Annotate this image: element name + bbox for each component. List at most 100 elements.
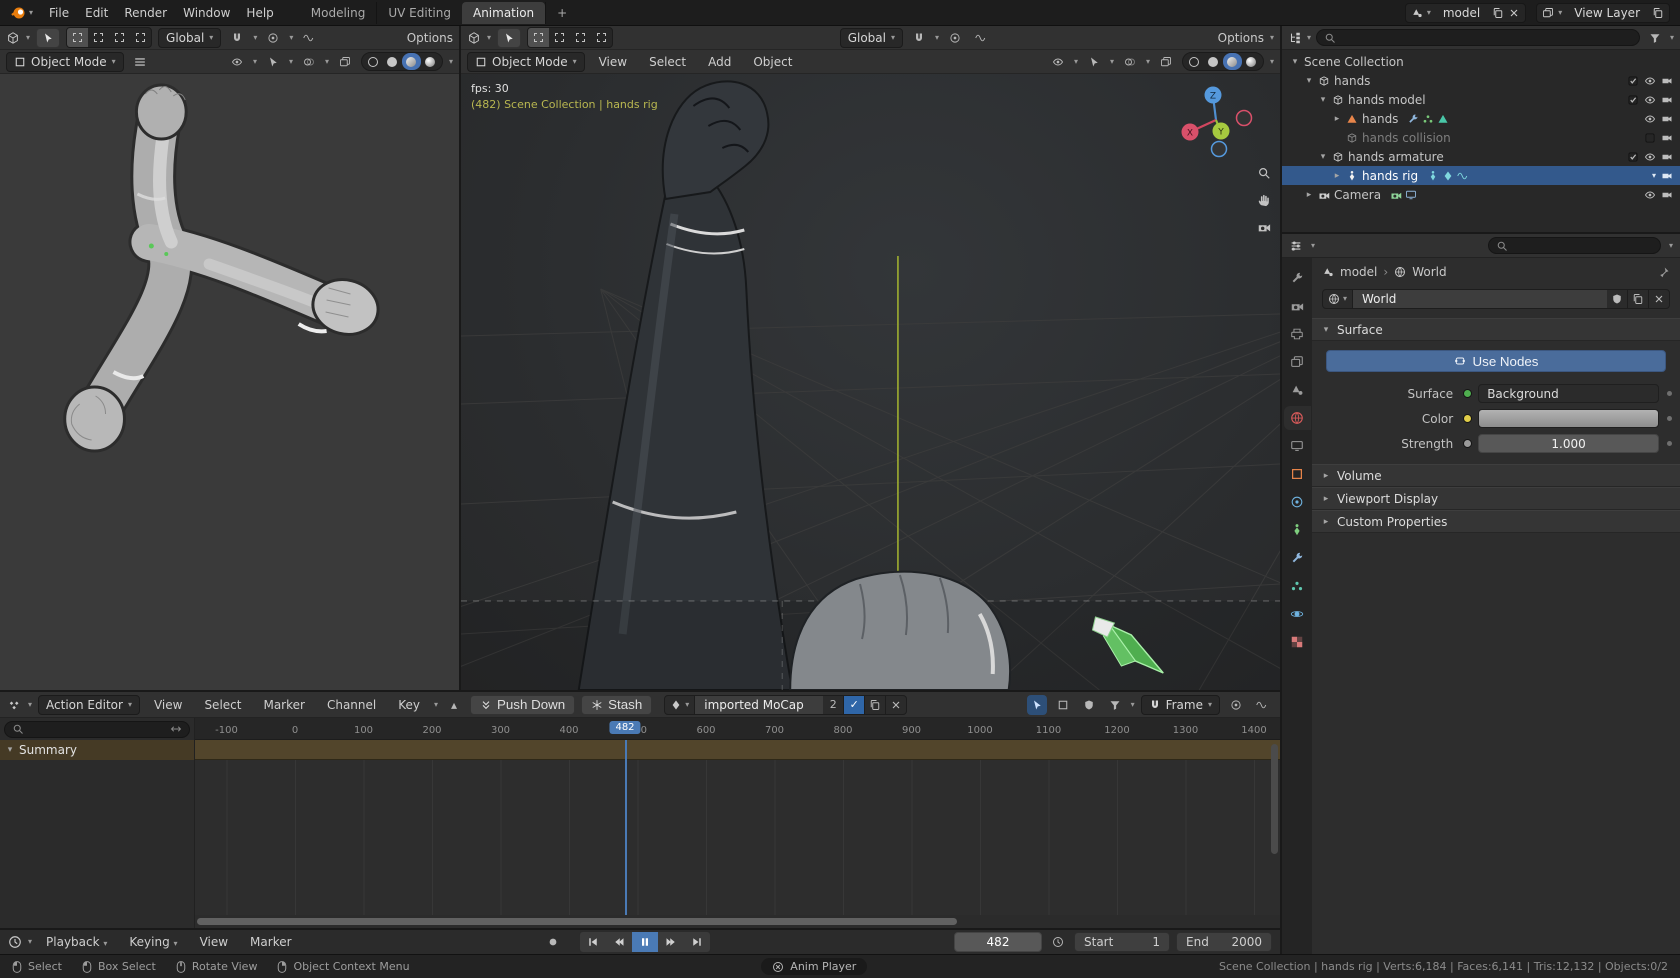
jump-to-end-button[interactable] xyxy=(684,932,710,952)
chevron-down-icon[interactable]: ▾ xyxy=(325,58,329,66)
strength-field[interactable]: 1.000 xyxy=(1478,434,1659,453)
snap-toggle[interactable] xyxy=(909,28,929,48)
chevron-down-icon[interactable]: ▾ xyxy=(1131,701,1135,709)
menu-object[interactable]: Object xyxy=(745,55,800,69)
menu-keying[interactable]: Keying ▾ xyxy=(121,935,185,949)
chevron-down-icon[interactable]: ▾ xyxy=(1146,58,1150,66)
filter-dropdown[interactable] xyxy=(1105,695,1125,715)
viewport-canvas-left[interactable] xyxy=(0,74,459,690)
xray-toggle[interactable] xyxy=(1156,52,1176,72)
filter-invert-icon[interactable] xyxy=(170,723,182,735)
disclosure-icon[interactable]: ▾ xyxy=(5,745,15,755)
options-dropdown[interactable]: Options xyxy=(407,31,453,45)
custom-properties-panel-header[interactable]: ▸ Custom Properties xyxy=(1312,510,1680,533)
editor-type-timeline-icon[interactable] xyxy=(8,935,22,949)
auto-keying-toggle[interactable] xyxy=(543,932,563,952)
outliner-row-hands-armature[interactable]: ▾ hands armature xyxy=(1282,147,1680,166)
properties-tab-particles[interactable] xyxy=(1284,574,1311,598)
workspace-tab-modeling[interactable]: Modeling xyxy=(300,2,377,24)
disclosure-icon[interactable]: ▾ xyxy=(1318,95,1328,105)
render-visibility-icon[interactable] xyxy=(1661,170,1673,182)
scrollbar-thumb[interactable] xyxy=(197,918,957,925)
editor-type-dopesheet-icon[interactable] xyxy=(8,698,22,712)
world-name-field[interactable]: World xyxy=(1353,289,1607,309)
menu-view[interactable]: View xyxy=(146,698,190,712)
unlink-world-button[interactable] xyxy=(1649,289,1670,309)
extra-menus-dropdown[interactable]: ▾ xyxy=(434,701,438,709)
frame-start-field[interactable]: Start 1 xyxy=(1074,932,1170,952)
disclosure-icon[interactable]: ▸ xyxy=(1304,190,1314,200)
render-visibility-icon[interactable] xyxy=(1661,75,1673,87)
chevron-down-icon[interactable]: ▾ xyxy=(1670,34,1674,42)
decorator-dot-icon[interactable] xyxy=(1667,441,1672,446)
world-browse-button[interactable]: ▾ xyxy=(1322,289,1353,309)
dopesheet-mode-dropdown[interactable]: Action Editor ▾ xyxy=(38,695,140,715)
volume-panel-header[interactable]: ▸ Volume xyxy=(1312,464,1680,487)
keyframe-region[interactable]: -100 0 100 200 300 400 500 600 700 800 9… xyxy=(195,718,1280,928)
menu-edit[interactable]: Edit xyxy=(77,4,116,22)
select-mode-new[interactable] xyxy=(528,28,549,47)
render-visibility-icon[interactable] xyxy=(1661,151,1673,163)
shading-material-preview[interactable] xyxy=(1223,53,1242,70)
eye-icon[interactable] xyxy=(1644,113,1656,125)
shading-rendered[interactable] xyxy=(1242,53,1261,70)
color-swatch[interactable] xyxy=(1478,409,1659,428)
properties-tab-output[interactable] xyxy=(1284,322,1311,346)
checkbox-empty-icon[interactable] xyxy=(1644,132,1656,144)
timeline-ruler[interactable]: -100 0 100 200 300 400 500 600 700 800 9… xyxy=(195,718,1280,740)
horizontal-scrollbar[interactable] xyxy=(195,915,1280,928)
editor-type-3d-icon[interactable] xyxy=(467,31,481,45)
frame-end-field[interactable]: End 2000 xyxy=(1176,932,1272,952)
select-mode-invert[interactable] xyxy=(130,28,151,47)
action-name-field[interactable]: imported MoCap xyxy=(695,695,823,715)
render-visibility-icon[interactable] xyxy=(1661,94,1673,106)
playhead-line[interactable] xyxy=(625,740,627,915)
chevron-down-icon[interactable]: ▾ xyxy=(289,58,293,66)
tweak-tool-button[interactable] xyxy=(497,28,521,48)
disclosure-icon[interactable]: ▾ xyxy=(1318,152,1328,162)
chevron-down-icon[interactable]: ▾ xyxy=(449,58,453,66)
select-mode-subtract[interactable] xyxy=(109,28,130,47)
snap-mode-dropdown[interactable]: Frame ▾ xyxy=(1141,695,1220,715)
decorator-dot-icon[interactable] xyxy=(1667,391,1672,396)
surface-panel-header[interactable]: ▾ Surface xyxy=(1312,318,1680,341)
hide-toggle[interactable]: ▾ xyxy=(1652,172,1656,180)
pan-hand-icon[interactable] xyxy=(1257,193,1271,207)
shading-solid[interactable] xyxy=(383,53,402,70)
summary-channel[interactable]: ▾ Summary xyxy=(0,740,194,760)
proportional-edit-toggle[interactable] xyxy=(263,28,283,48)
chevron-down-icon[interactable]: ▾ xyxy=(1110,58,1114,66)
overlays-dropdown[interactable] xyxy=(1120,52,1140,72)
navigation-gizmo[interactable]: Z X Y xyxy=(1178,82,1254,158)
select-mode-extend[interactable] xyxy=(549,28,570,47)
mode-dropdown[interactable]: Object Mode ▾ xyxy=(6,52,124,72)
properties-tab-physics[interactable] xyxy=(1284,490,1311,514)
object-visibility-dropdown[interactable] xyxy=(227,52,247,72)
close-icon[interactable] xyxy=(1508,7,1520,19)
view-layer-selector[interactable]: ▾ View Layer xyxy=(1536,3,1670,23)
menu-view[interactable]: View xyxy=(591,55,635,69)
workspace-tab-uv-editing[interactable]: UV Editing xyxy=(376,2,462,24)
menu-key[interactable]: Key xyxy=(390,698,428,712)
eye-icon[interactable] xyxy=(1644,151,1656,163)
properties-tab-tool[interactable] xyxy=(1284,266,1311,290)
outliner-search-input[interactable] xyxy=(1316,29,1640,46)
outliner-row-scene-collection[interactable]: ▾ Scene Collection xyxy=(1282,52,1680,71)
viewport-canvas-center[interactable]: fps: 30 (482) Scene Collection | hands r… xyxy=(461,74,1280,690)
checkbox-icon[interactable] xyxy=(1627,75,1639,87)
new-action-button[interactable] xyxy=(865,695,886,715)
mode-dropdown[interactable]: Object Mode ▾ xyxy=(467,52,585,72)
current-frame-field[interactable]: 482 xyxy=(954,932,1042,952)
object-visibility-dropdown[interactable] xyxy=(1048,52,1068,72)
scene-selector[interactable]: ▾ model xyxy=(1405,3,1526,23)
menu-help[interactable]: Help xyxy=(238,4,281,22)
eye-icon[interactable] xyxy=(1644,189,1656,201)
unlink-action-button[interactable] xyxy=(886,695,907,715)
fake-user-toggle[interactable]: ✓ xyxy=(844,695,865,715)
properties-tab-collection[interactable] xyxy=(1284,434,1311,458)
properties-search-input[interactable] xyxy=(1488,237,1661,254)
outliner-filter-dropdown[interactable] xyxy=(1645,28,1665,48)
menu-select[interactable]: Select xyxy=(641,55,694,69)
properties-tab-world[interactable] xyxy=(1284,406,1311,430)
action-browse-button[interactable]: ▾ xyxy=(664,695,695,715)
